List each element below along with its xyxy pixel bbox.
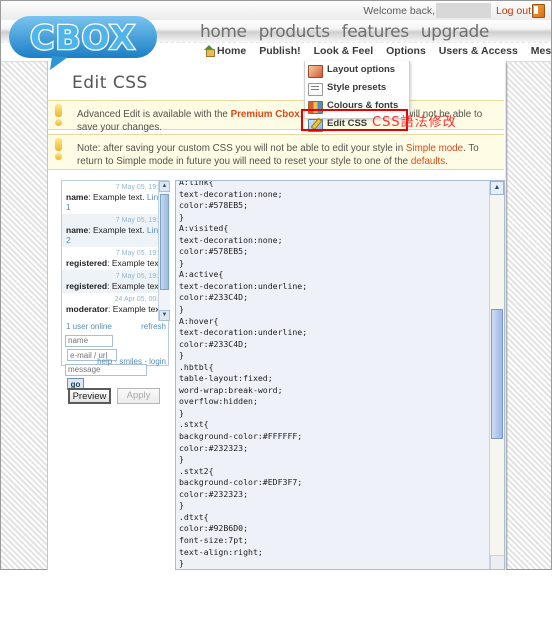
cbox-refresh-link[interactable]: refresh	[141, 322, 166, 331]
cbox-message-text: Example text.	[112, 304, 165, 314]
username-redacted	[436, 3, 491, 18]
main-navigation: home products features upgrade support	[200, 22, 548, 62]
cbox-message-row: 7 May 05, 19:16 registered: Example text…	[66, 250, 166, 268]
screenshot-root: Welcome back, Log out CBOX home products…	[0, 0, 552, 624]
cbox-status-bar: refresh 1 user online	[62, 321, 170, 334]
cbox-message-name: moderator	[66, 304, 109, 314]
warning-icon	[53, 104, 65, 126]
cbox-scroll-thumb[interactable]	[160, 194, 169, 290]
warn2-suffix: .	[445, 156, 448, 167]
css-editor-scrollbar[interactable]: ▲ ▼	[489, 181, 504, 569]
cbox-message-row: 24 Apr 05, 00:57 moderator: Example text…	[66, 296, 166, 314]
css-scroll-up-icon[interactable]: ▲	[490, 181, 504, 195]
logout-link[interactable]: Log out	[496, 5, 531, 17]
logout-icon[interactable]	[532, 4, 545, 18]
cbox-message-text: Example text.	[111, 258, 164, 268]
cbox-message-date: 7 May 05, 19:17	[115, 217, 166, 224]
layout-options-icon	[308, 65, 323, 78]
cbox-online-count: 1 user online	[66, 322, 112, 331]
nav-features[interactable]: features	[342, 22, 409, 42]
cbox-message-date: 24 Apr 05, 00:57	[114, 296, 166, 303]
cbox-help-smilies-login[interactable]: help · smiles · login	[97, 357, 166, 366]
menu-item-layout-options[interactable]: Layout options	[305, 61, 409, 79]
preview-button[interactable]: Preview	[68, 388, 111, 404]
css-editor-textarea[interactable]: A:link{ text-decoration:none; color:#578…	[175, 180, 505, 570]
nav-products[interactable]: products	[259, 22, 330, 42]
subnav-look-and-feel[interactable]: Look & Feel	[314, 45, 374, 57]
cbox-message-text: Example text.	[92, 225, 145, 235]
cbox-message-date: 7 May 05, 19:17	[115, 184, 166, 191]
premium-cbox-link[interactable]: Premium Cbox	[231, 109, 300, 120]
menu-item-style-presets[interactable]: Style presets	[305, 79, 409, 97]
cbox-message-text: Example text.	[111, 281, 164, 291]
page-border-left	[0, 0, 1, 570]
svg-text:CBOX: CBOX	[30, 18, 136, 57]
cbox-message-name: registered	[66, 258, 108, 268]
warn2-prefix: Note: after saving your custom CSS you w…	[77, 143, 406, 154]
simple-mode-link[interactable]: Simple mode	[406, 143, 463, 154]
home-icon	[204, 45, 215, 57]
subnav-home[interactable]: Home	[204, 45, 246, 57]
menu-item-layout-options-label: Layout options	[327, 64, 396, 75]
nav-home[interactable]: home	[200, 22, 247, 42]
subnav-home-label: Home	[217, 45, 247, 57]
annotation-label: CSS語法修改	[372, 115, 457, 130]
cbox-footer-links: help · smiles · login	[62, 357, 166, 366]
cbox-scroll-up-icon[interactable]: ▲	[159, 181, 170, 192]
cbox-message-name: name	[66, 192, 89, 202]
cbox-message-date: 7 May 05, 19:16	[115, 250, 166, 257]
defaults-link[interactable]: defaults	[411, 156, 445, 167]
cbox-name-input[interactable]	[65, 334, 113, 347]
footer-watermark: 寶寶無名分享小站 http://www.wretch.cc/blog/qd2lo…	[0, 570, 552, 624]
cbox-message-row: 7 May 05, 19:17 name: Example text. Link…	[66, 184, 166, 212]
subnav-messages[interactable]: Messages	[531, 45, 552, 57]
cbox-message-list: 7 May 05, 19:17 name: Example text. Link…	[62, 181, 170, 321]
warning-simple-mode-text: Note: after saving your custom CSS you w…	[77, 142, 496, 168]
cbox-message-name: name	[66, 225, 89, 235]
cbox-preview-widget: 7 May 05, 19:17 name: Example text. Link…	[61, 180, 170, 390]
apply-button[interactable]: Apply	[117, 388, 160, 404]
subnav-users-and-access[interactable]: Users & Access	[439, 45, 518, 57]
subnav-options[interactable]: Options	[386, 45, 426, 57]
style-presets-icon	[308, 83, 323, 96]
subnav-publish[interactable]: Publish!	[259, 45, 300, 57]
css-editor-resize-grip[interactable]	[490, 555, 504, 569]
cbox-message-row: 7 May 05, 19:17 name: Example text. Link…	[62, 214, 170, 247]
sub-navigation-items: Home Publish! Look & Feel Options Users & Ac…	[204, 45, 552, 57]
cbox-message-row: 7 May 05, 19:16 registered: Example text…	[62, 270, 170, 293]
warn1-prefix: Advanced Edit is available with the	[77, 109, 231, 120]
welcome-text: Welcome back,	[363, 5, 435, 17]
cbox-message-date: 7 May 05, 19:16	[115, 273, 166, 280]
content-card-shadow	[505, 63, 508, 570]
cbox-scroll-down-icon[interactable]: ▼	[159, 310, 170, 321]
cbox-message-text: Example text.	[92, 192, 145, 202]
cbox-logo[interactable]: CBOX	[6, 14, 166, 72]
menu-item-style-presets-label: Style presets	[327, 82, 387, 93]
warning-icon-2	[53, 138, 65, 160]
page-title: Edit CSS	[72, 73, 148, 93]
warning-simple-mode: Note: after saving your custom CSS you w…	[48, 134, 504, 170]
cbox-scrollbar[interactable]: ▲ ▼	[158, 181, 170, 321]
nav-upgrade[interactable]: upgrade	[421, 22, 490, 42]
css-editor-content: A:link{ text-decoration:none; color:#578…	[179, 180, 308, 569]
cbox-message-name: registered	[66, 281, 108, 291]
css-scroll-thumb[interactable]	[491, 309, 503, 439]
